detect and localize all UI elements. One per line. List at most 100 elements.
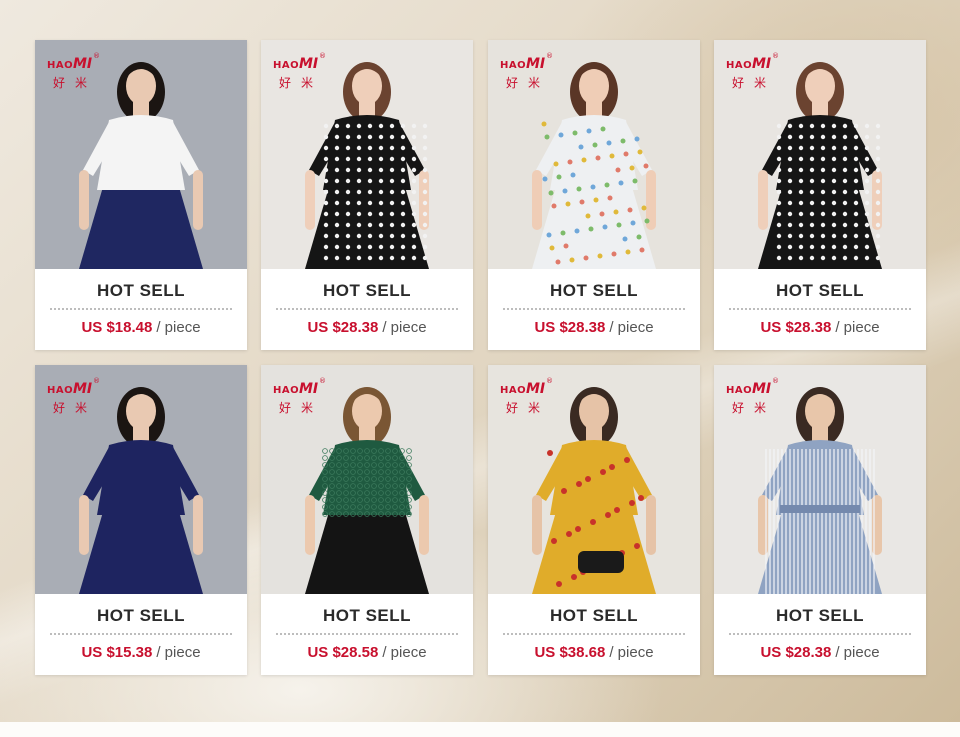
brand-hanzi: 好米 — [732, 76, 777, 90]
price-value: US $15.38 — [81, 644, 153, 661]
price-unit: / piece — [156, 644, 201, 661]
price-unit: / piece — [156, 319, 201, 336]
price-line: US $28.38/ piece — [714, 319, 926, 336]
brand-mi: MI — [526, 381, 546, 397]
registered-mark: ® — [93, 52, 100, 60]
hot-sell-label[interactable]: HOT SELL — [488, 606, 700, 626]
price-line: US $28.58/ piece — [261, 644, 473, 661]
brand-mi: MI — [299, 56, 319, 72]
brand-hao: HAO — [726, 60, 753, 71]
hot-sell-label[interactable]: HOT SELL — [261, 606, 473, 626]
price-value: US $28.38 — [760, 644, 832, 661]
price-value: US $38.68 — [534, 644, 606, 661]
price-unit: / piece — [835, 644, 880, 661]
brand-hao: HAO — [273, 385, 300, 396]
price-line: US $15.38/ piece — [35, 644, 247, 661]
price-unit: / piece — [609, 644, 654, 661]
product-image[interactable]: HAO MI ® 好米 — [488, 40, 700, 269]
product-card[interactable]: HAO MI ® 好米 HOT SELL US $28.38/ piece — [714, 40, 926, 350]
registered-mark: ® — [546, 52, 553, 60]
hot-sell-label[interactable]: HOT SELL — [714, 606, 926, 626]
dotted-divider — [729, 308, 911, 310]
product-image[interactable]: HAO MI ® 好米 — [35, 40, 247, 269]
price-unit: / piece — [382, 319, 427, 336]
brand-logo: HAO MI ® 好米 — [47, 52, 107, 90]
brand-mi: MI — [299, 381, 319, 397]
dotted-divider — [50, 633, 232, 635]
price-value: US $28.38 — [307, 319, 379, 336]
product-card[interactable]: HAO MI ® 好米 HOT SELL US $28.38/ piece — [488, 40, 700, 350]
product-info: HOT SELL US $18.48/ piece — [35, 269, 247, 350]
product-image[interactable]: HAO MI ® 好米 — [488, 365, 700, 594]
registered-mark: ® — [772, 52, 779, 60]
product-image[interactable]: HAO MI ® 好米 — [714, 365, 926, 594]
brand-hao: HAO — [500, 385, 527, 396]
product-card[interactable]: HAO MI ® 好米 HOT SELL US $15.38/ piece — [35, 365, 247, 675]
product-card[interactable]: HAO MI ® 好米 HOT SELL US $28.58/ piece — [261, 365, 473, 675]
dotted-divider — [276, 633, 458, 635]
hot-sell-label[interactable]: HOT SELL — [35, 606, 247, 626]
price-unit: / piece — [382, 644, 427, 661]
hot-sell-label[interactable]: HOT SELL — [35, 281, 247, 301]
dotted-divider — [50, 308, 232, 310]
brand-hao: HAO — [726, 385, 753, 396]
product-card[interactable]: HAO MI ® 好米 HOT SELL US $28.38/ piece — [714, 365, 926, 675]
hot-sell-label[interactable]: HOT SELL — [714, 281, 926, 301]
registered-mark: ® — [93, 377, 100, 385]
price-line: US $18.48/ piece — [35, 319, 247, 336]
brand-mi: MI — [752, 56, 772, 72]
product-info: HOT SELL US $15.38/ piece — [35, 594, 247, 675]
product-image[interactable]: HAO MI ® 好米 — [35, 365, 247, 594]
product-grid: HAO MI ® 好米 HOT SELL US $18.48/ piece HA… — [35, 40, 926, 675]
brand-hanzi: 好米 — [506, 76, 551, 90]
brand-logo: HAO MI ® 好米 — [500, 377, 560, 415]
brand-logo: HAO MI ® 好米 — [273, 52, 333, 90]
brand-mi: MI — [752, 381, 772, 397]
registered-mark: ® — [546, 377, 553, 385]
product-image[interactable]: HAO MI ® 好米 — [261, 365, 473, 594]
product-card[interactable]: HAO MI ® 好米 HOT SELL US $18.48/ piece — [35, 40, 247, 350]
product-image[interactable]: HAO MI ® 好米 — [714, 40, 926, 269]
registered-mark: ® — [319, 377, 326, 385]
product-card[interactable]: HAO MI ® 好米 HOT SELL US $38.68/ piece — [488, 365, 700, 675]
price-value: US $28.38 — [760, 319, 832, 336]
product-info: HOT SELL US $28.38/ piece — [488, 269, 700, 350]
price-value: US $28.58 — [307, 644, 379, 661]
product-info: HOT SELL US $28.38/ piece — [714, 269, 926, 350]
brand-mi: MI — [73, 381, 93, 397]
price-unit: / piece — [835, 319, 880, 336]
brand-hanzi: 好米 — [53, 76, 98, 90]
hot-sell-label[interactable]: HOT SELL — [261, 281, 473, 301]
registered-mark: ® — [772, 377, 779, 385]
product-info: HOT SELL US $28.38/ piece — [714, 594, 926, 675]
brand-hao: HAO — [273, 60, 300, 71]
price-line: US $28.38/ piece — [261, 319, 473, 336]
footer-strip — [0, 722, 960, 737]
price-unit: / piece — [609, 319, 654, 336]
brand-mi: MI — [526, 56, 546, 72]
brand-hanzi: 好米 — [279, 76, 324, 90]
price-value: US $28.38 — [534, 319, 606, 336]
brand-hao: HAO — [500, 60, 527, 71]
price-line: US $28.38/ piece — [714, 644, 926, 661]
brand-hanzi: 好米 — [279, 401, 324, 415]
product-info: HOT SELL US $28.58/ piece — [261, 594, 473, 675]
brand-hao: HAO — [47, 385, 74, 396]
brand-logo: HAO MI ® 好米 — [726, 377, 786, 415]
brand-logo: HAO MI ® 好米 — [726, 52, 786, 90]
price-line: US $28.38/ piece — [488, 319, 700, 336]
brand-mi: MI — [73, 56, 93, 72]
brand-logo: HAO MI ® 好米 — [500, 52, 560, 90]
product-card[interactable]: HAO MI ® 好米 HOT SELL US $28.38/ piece — [261, 40, 473, 350]
hot-sell-label[interactable]: HOT SELL — [488, 281, 700, 301]
product-info: HOT SELL US $38.68/ piece — [488, 594, 700, 675]
product-image[interactable]: HAO MI ® 好米 — [261, 40, 473, 269]
dotted-divider — [503, 308, 685, 310]
brand-hanzi: 好米 — [506, 401, 551, 415]
registered-mark: ® — [319, 52, 326, 60]
product-info: HOT SELL US $28.38/ piece — [261, 269, 473, 350]
price-line: US $38.68/ piece — [488, 644, 700, 661]
dotted-divider — [503, 633, 685, 635]
brand-hanzi: 好米 — [732, 401, 777, 415]
brand-logo: HAO MI ® 好米 — [47, 377, 107, 415]
